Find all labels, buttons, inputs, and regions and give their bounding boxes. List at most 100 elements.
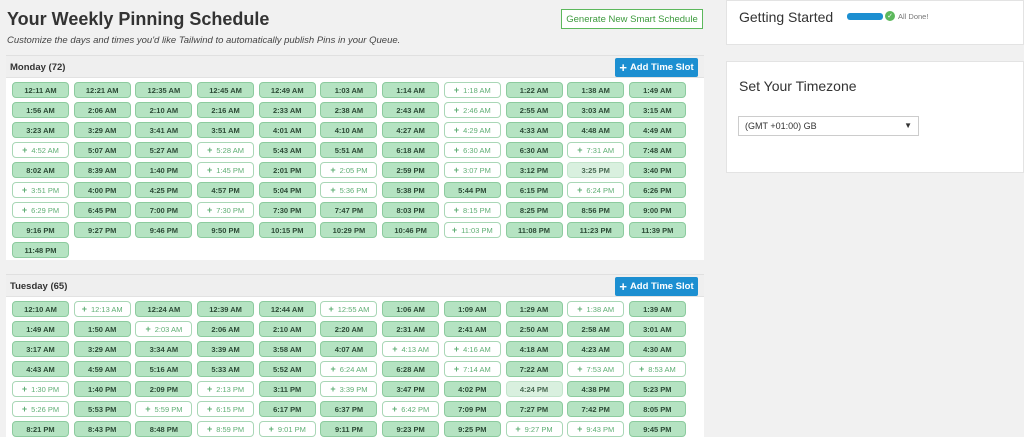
time-slot[interactable]: 6:30 AM bbox=[505, 142, 563, 158]
time-slot[interactable]: 1:40 PM bbox=[135, 162, 193, 178]
time-slot[interactable]: 3:41 AM bbox=[135, 122, 193, 138]
time-slot[interactable]: 3:25 PM bbox=[567, 162, 625, 178]
time-slot[interactable]: 11:08 PM bbox=[505, 222, 563, 238]
time-slot[interactable]: 5:33 AM bbox=[197, 361, 255, 377]
time-slot[interactable]: 10:15 PM bbox=[258, 222, 316, 238]
time-slot[interactable]: 3:29 AM bbox=[73, 122, 131, 138]
time-slot[interactable]: 6:17 PM bbox=[258, 401, 316, 417]
time-slot[interactable]: 9:16 PM bbox=[12, 222, 69, 238]
time-slot[interactable]: 1:50 AM bbox=[73, 321, 131, 337]
add-time-slot-button[interactable]: + Add Time Slot bbox=[615, 58, 698, 77]
time-slot-empty[interactable]: +5:26 PM bbox=[12, 401, 69, 417]
timezone-select[interactable]: (GMT +01:00) GB ▼ bbox=[738, 116, 919, 136]
time-slot[interactable]: 7:00 PM bbox=[135, 202, 193, 218]
time-slot[interactable]: 4:59 AM bbox=[73, 361, 131, 377]
time-slot[interactable]: 9:25 PM bbox=[443, 421, 501, 437]
time-slot[interactable]: 10:29 PM bbox=[320, 222, 378, 238]
time-slot[interactable]: 5:53 PM bbox=[73, 401, 131, 417]
time-slot[interactable]: 5:51 AM bbox=[320, 142, 378, 158]
time-slot-empty[interactable]: +6:24 PM bbox=[567, 182, 625, 198]
time-slot-empty[interactable]: +3:39 PM bbox=[320, 381, 378, 397]
time-slot-empty[interactable]: +3:07 PM bbox=[443, 162, 501, 178]
time-slot[interactable]: 3:39 AM bbox=[197, 341, 255, 357]
time-slot[interactable]: 9:27 PM bbox=[73, 222, 131, 238]
time-slot[interactable]: 5:16 AM bbox=[135, 361, 193, 377]
time-slot[interactable]: 3:03 AM bbox=[567, 102, 625, 118]
time-slot[interactable]: 12:35 AM bbox=[135, 82, 193, 98]
time-slot[interactable]: 4:49 AM bbox=[628, 122, 686, 138]
time-slot[interactable]: 4:01 AM bbox=[258, 122, 316, 138]
time-slot[interactable]: 9:45 PM bbox=[628, 421, 686, 437]
time-slot[interactable]: 9:11 PM bbox=[320, 421, 378, 437]
time-slot-empty[interactable]: +7:30 PM bbox=[197, 202, 255, 218]
time-slot-empty[interactable]: +2:03 AM bbox=[135, 321, 193, 337]
time-slot[interactable]: 8:05 PM bbox=[628, 401, 686, 417]
time-slot[interactable]: 9:23 PM bbox=[382, 421, 440, 437]
time-slot[interactable]: 3:40 PM bbox=[628, 162, 686, 178]
time-slot[interactable]: 12:11 AM bbox=[12, 82, 69, 98]
time-slot[interactable]: 4:43 AM bbox=[12, 361, 69, 377]
time-slot[interactable]: 1:29 AM bbox=[505, 301, 563, 317]
time-slot[interactable]: 7:27 PM bbox=[505, 401, 563, 417]
time-slot-empty[interactable]: +8:53 AM bbox=[628, 361, 686, 377]
time-slot[interactable]: 3:29 AM bbox=[73, 341, 131, 357]
time-slot[interactable]: 1:06 AM bbox=[382, 301, 440, 317]
time-slot[interactable]: 8:43 PM bbox=[73, 421, 131, 437]
time-slot[interactable]: 12:24 AM bbox=[135, 301, 193, 317]
time-slot-empty[interactable]: +4:16 AM bbox=[443, 341, 501, 357]
time-slot[interactable]: 1:56 AM bbox=[12, 102, 69, 118]
time-slot[interactable]: 2:06 AM bbox=[197, 321, 255, 337]
time-slot[interactable]: 11:48 PM bbox=[12, 242, 69, 258]
time-slot-empty[interactable]: +12:13 AM bbox=[73, 301, 131, 317]
time-slot[interactable]: 2:58 AM bbox=[567, 321, 625, 337]
time-slot[interactable]: 5:23 PM bbox=[628, 381, 686, 397]
time-slot[interactable]: 3:47 PM bbox=[382, 381, 440, 397]
time-slot[interactable]: 3:58 AM bbox=[258, 341, 316, 357]
time-slot[interactable]: 8:39 AM bbox=[73, 162, 131, 178]
time-slot[interactable]: 2:10 AM bbox=[258, 321, 316, 337]
time-slot[interactable]: 1:38 AM bbox=[567, 82, 625, 98]
generate-smart-schedule-button[interactable]: Generate New Smart Schedule bbox=[561, 9, 703, 29]
time-slot[interactable]: 5:43 AM bbox=[258, 142, 316, 158]
time-slot[interactable]: 2:55 AM bbox=[505, 102, 563, 118]
time-slot[interactable]: 8:21 PM bbox=[12, 421, 69, 437]
time-slot[interactable]: 3:11 PM bbox=[258, 381, 316, 397]
time-slot[interactable]: 11:39 PM bbox=[628, 222, 686, 238]
time-slot-empty[interactable]: +2:05 PM bbox=[320, 162, 378, 178]
time-slot[interactable]: 5:52 AM bbox=[258, 361, 316, 377]
time-slot[interactable]: 3:01 AM bbox=[628, 321, 686, 337]
time-slot[interactable]: 5:07 AM bbox=[73, 142, 131, 158]
time-slot-empty[interactable]: +7:31 AM bbox=[567, 142, 625, 158]
time-slot-empty[interactable]: +9:43 PM bbox=[567, 421, 625, 437]
time-slot[interactable]: 6:18 AM bbox=[382, 142, 440, 158]
time-slot-empty[interactable]: +1:30 PM bbox=[12, 381, 69, 397]
time-slot-empty[interactable]: +9:01 PM bbox=[258, 421, 316, 437]
time-slot[interactable]: 2:38 AM bbox=[320, 102, 378, 118]
time-slot-empty[interactable]: +7:14 AM bbox=[443, 361, 501, 377]
time-slot-empty[interactable]: +12:55 AM bbox=[320, 301, 378, 317]
time-slot[interactable]: 1:22 AM bbox=[505, 82, 563, 98]
time-slot[interactable]: 6:28 AM bbox=[382, 361, 440, 377]
time-slot[interactable]: 4:23 AM bbox=[567, 341, 625, 357]
time-slot[interactable]: 12:44 AM bbox=[258, 301, 316, 317]
time-slot[interactable]: 11:23 PM bbox=[567, 222, 625, 238]
time-slot[interactable]: 2:20 AM bbox=[320, 321, 378, 337]
add-time-slot-button[interactable]: + Add Time Slot bbox=[615, 277, 698, 296]
time-slot[interactable]: 2:41 AM bbox=[443, 321, 501, 337]
time-slot-empty[interactable]: +6:30 AM bbox=[443, 142, 501, 158]
time-slot[interactable]: 8:56 PM bbox=[567, 202, 625, 218]
time-slot[interactable]: 5:38 PM bbox=[382, 182, 440, 198]
time-slot[interactable]: 4:10 AM bbox=[320, 122, 378, 138]
time-slot-empty[interactable]: +8:15 PM bbox=[443, 202, 501, 218]
time-slot-empty[interactable]: +4:52 AM bbox=[12, 142, 69, 158]
time-slot-empty[interactable]: +6:24 AM bbox=[320, 361, 378, 377]
time-slot[interactable]: 4:24 PM bbox=[505, 381, 563, 397]
time-slot[interactable]: 4:07 AM bbox=[320, 341, 378, 357]
time-slot-empty[interactable]: +3:51 PM bbox=[12, 182, 69, 198]
time-slot-empty[interactable]: +11:03 PM bbox=[443, 222, 501, 238]
time-slot-empty[interactable]: +6:42 PM bbox=[382, 401, 440, 417]
time-slot[interactable]: 4:27 AM bbox=[382, 122, 440, 138]
time-slot-empty[interactable]: +1:45 PM bbox=[197, 162, 255, 178]
time-slot-empty[interactable]: +2:13 PM bbox=[197, 381, 255, 397]
time-slot[interactable]: 10:46 PM bbox=[382, 222, 440, 238]
